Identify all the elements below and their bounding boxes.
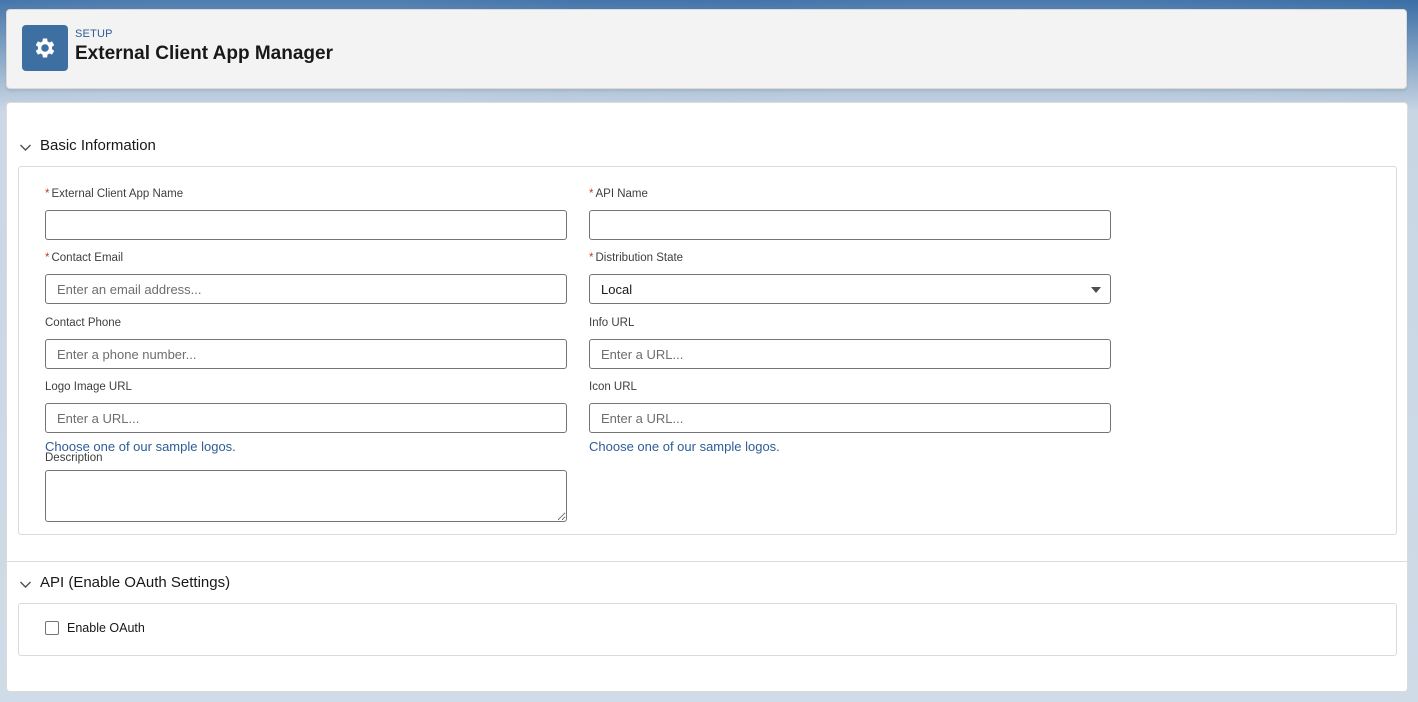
contact-email-field: * Contact Email (45, 250, 567, 304)
info-url-label: Info URL (589, 317, 635, 329)
distribution-state-field: * Distribution State Local (589, 250, 1111, 304)
contact-phone-label: Contact Phone (45, 317, 122, 329)
required-marker: * (45, 188, 50, 200)
description-field: Description (45, 450, 567, 527)
enable-oauth-label: Enable OAuth (67, 621, 145, 635)
logo-image-url-input[interactable] (45, 403, 567, 433)
page-header: SETUP External Client App Manager (6, 9, 1407, 89)
basic-information-panel: * External Client App Name * API Name * Con… (18, 166, 1397, 535)
logo-image-url-field: Logo Image URL Choose one of our sample … (45, 379, 567, 454)
app-name-label: External Client App Name (51, 188, 184, 200)
icon-url-input[interactable] (589, 403, 1111, 433)
section-toggle-basic-information[interactable]: Basic Information (19, 135, 219, 159)
chevron-down-icon (20, 581, 31, 588)
contact-phone-field: Contact Phone (45, 315, 567, 369)
distribution-state-value: Local (601, 282, 633, 297)
app-name-input[interactable] (45, 210, 567, 240)
description-textarea[interactable] (45, 470, 567, 522)
section-toggle-api[interactable]: API (Enable OAuth Settings) (19, 572, 279, 596)
section-title: API (Enable OAuth Settings) (40, 574, 231, 591)
required-marker: * (589, 252, 594, 264)
required-marker: * (589, 188, 594, 200)
contact-email-label: Contact Email (51, 252, 124, 264)
chevron-down-icon (20, 144, 31, 151)
required-marker: * (45, 252, 50, 264)
sample-icons-link[interactable]: Choose one of our sample logos. (589, 439, 1111, 454)
setup-icon-tile (22, 25, 68, 71)
distribution-state-label: Distribution State (595, 252, 684, 264)
icon-url-label: Icon URL (589, 381, 637, 393)
page-title: External Client App Manager (75, 43, 333, 64)
app-name-field: * External Client App Name (45, 186, 567, 240)
api-name-label: API Name (595, 188, 648, 200)
form-card: Basic Information * External Client App N… (6, 102, 1408, 692)
header-eyebrow: SETUP (75, 28, 113, 40)
caret-down-icon (1091, 287, 1101, 293)
api-name-input[interactable] (589, 210, 1111, 240)
api-name-field: * API Name (589, 186, 1111, 240)
section-divider (7, 561, 1407, 562)
api-panel: Enable OAuth (18, 603, 1397, 656)
description-label: Description (45, 452, 103, 464)
info-url-field: Info URL (589, 315, 1111, 369)
gear-icon (35, 38, 55, 58)
contact-phone-input[interactable] (45, 339, 567, 369)
section-title: Basic Information (40, 137, 156, 154)
logo-image-url-label: Logo Image URL (45, 381, 132, 393)
icon-url-field: Icon URL Choose one of our sample logos. (589, 379, 1111, 454)
info-url-input[interactable] (589, 339, 1111, 369)
enable-oauth-checkbox[interactable] (45, 621, 59, 635)
contact-email-input[interactable] (45, 274, 567, 304)
distribution-state-select[interactable]: Local (589, 274, 1111, 304)
